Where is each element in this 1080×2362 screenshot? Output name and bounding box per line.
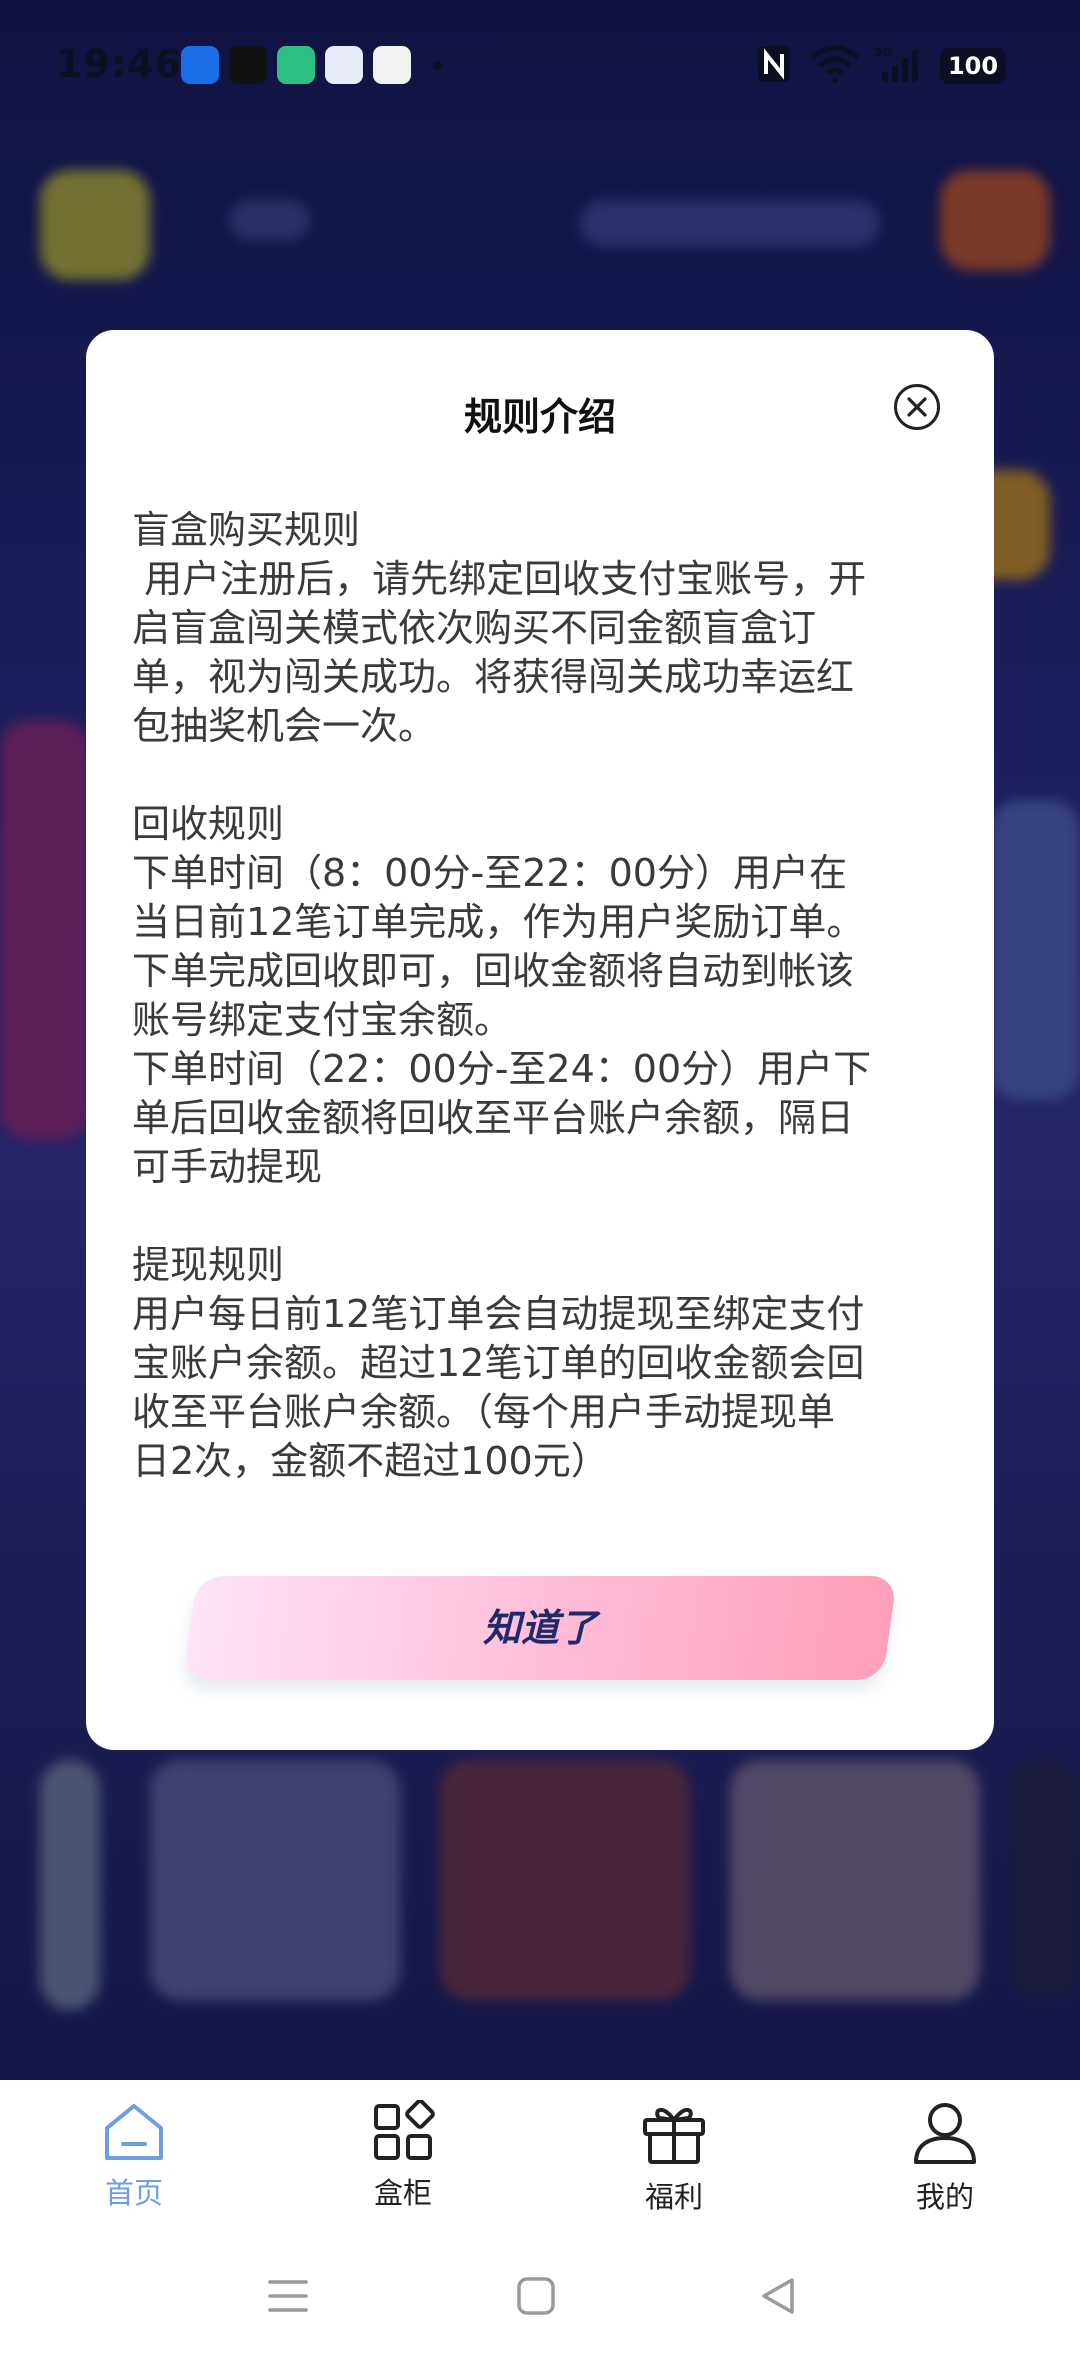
- pinwheel-app-icon: [181, 46, 219, 84]
- wifi-icon: [808, 44, 862, 84]
- purchase-rules-section: 盲盒购买规则 用户注册后，请先绑定回收支付宝账号，开 启盲盒闯关模式依次购买不同…: [132, 506, 952, 751]
- status-bar: 19:46 5G 100: [0, 0, 1080, 134]
- nav-mine[interactable]: 我的: [855, 2100, 1035, 2230]
- rule-text-line: 可手动提现: [132, 1145, 323, 1189]
- close-icon: [907, 397, 927, 417]
- gift-icon: [643, 2108, 705, 2164]
- grid-icon: [374, 2100, 435, 2160]
- rule-text-line: 日2次，金额不超过100元）: [132, 1439, 609, 1483]
- section-heading: 盲盒购买规则: [132, 508, 361, 552]
- nav-home[interactable]: 首页: [44, 2100, 224, 2230]
- rule-text-line: 用户注册后，请先绑定回收支付宝账号，开: [132, 557, 867, 601]
- close-button[interactable]: [894, 384, 940, 430]
- rule-text-line: 包抽奖机会一次。: [132, 704, 437, 748]
- withdraw-rules-section: 提现规则 用户每日前12笔订单会自动提现至绑定支付 宝账户余额。超过12笔订单的…: [132, 1241, 952, 1486]
- back-icon[interactable]: [758, 2276, 798, 2316]
- modal-title: 规则介绍: [463, 395, 616, 439]
- rule-text-line: 下单完成回收即可，回收金额将自动到帐该: [132, 949, 855, 993]
- nav-mine-label: 我的: [915, 2180, 974, 2214]
- rule-text-line: 收至平台账户余额。（每个用户手动提现单: [132, 1390, 836, 1434]
- home-icon: [105, 2104, 163, 2160]
- nav-box-cabinet-label: 盒柜: [373, 2176, 432, 2210]
- rule-text-line: 宝账户余额。超过12笔订单的回收金额会回: [132, 1341, 865, 1385]
- message-app-icon: [325, 46, 363, 84]
- tiktok-icon: [229, 46, 267, 84]
- system-nav-bar: [0, 2240, 1080, 2362]
- signal-icon: 5G: [874, 44, 926, 84]
- rule-text-line: 单后回收金额将回收至平台账户余额，隔日: [132, 1096, 855, 1140]
- nfc-icon: [756, 44, 792, 84]
- section-heading: 回收规则: [132, 802, 285, 846]
- nav-box-cabinet[interactable]: 盒柜: [313, 2100, 493, 2230]
- section-heading: 提现规则: [132, 1243, 285, 1287]
- rules-modal: 规则介绍 盲盒购买规则 用户注册后，请先绑定回收支付宝账号，开 启盲盒闯关模式依…: [86, 330, 994, 1750]
- rule-text-line: 下单时间（22：00分-至24：00分）用户下: [132, 1047, 872, 1091]
- qq-icon: [373, 46, 411, 84]
- confirm-button-label[interactable]: 知道了: [190, 1576, 890, 1680]
- nav-home-label: 首页: [104, 2176, 163, 2210]
- status-time: 19:46: [56, 42, 182, 86]
- rule-text-line: 当日前12笔订单完成，作为用户奖励订单。: [132, 900, 865, 944]
- menu-icon[interactable]: [268, 2276, 308, 2316]
- nav-welfare[interactable]: 福利: [584, 2100, 764, 2230]
- battery-indicator: 100: [940, 48, 1006, 84]
- rule-text-line: 下单时间（8：00分-至22：00分）用户在: [132, 851, 847, 895]
- battery-app-icon: [277, 46, 315, 84]
- more-notifications-dot: [433, 61, 442, 70]
- home-square-icon[interactable]: [516, 2276, 556, 2316]
- nav-welfare-label: 福利: [644, 2180, 703, 2214]
- user-icon: [914, 2103, 976, 2164]
- recycle-rules-section: 回收规则 下单时间（8：00分-至22：00分）用户在 当日前12笔订单完成，作…: [132, 800, 952, 1192]
- rule-text-line: 用户每日前12笔订单会自动提现至绑定支付: [132, 1292, 865, 1336]
- rule-text-line: 单，视为闯关成功。将获得闯关成功幸运红: [132, 655, 855, 699]
- rule-text-line: 账号绑定支付宝余额。: [132, 998, 513, 1042]
- rule-text-line: 启盲盒闯关模式依次购买不同金额盲盒订: [132, 606, 817, 650]
- rules-content: 盲盒购买规则 用户注册后，请先绑定回收支付宝账号，开 启盲盒闯关模式依次购买不同…: [132, 506, 952, 1535]
- network-type: 5G: [874, 45, 892, 59]
- bottom-nav: 首页 盒柜 福利 我的: [0, 2080, 1080, 2240]
